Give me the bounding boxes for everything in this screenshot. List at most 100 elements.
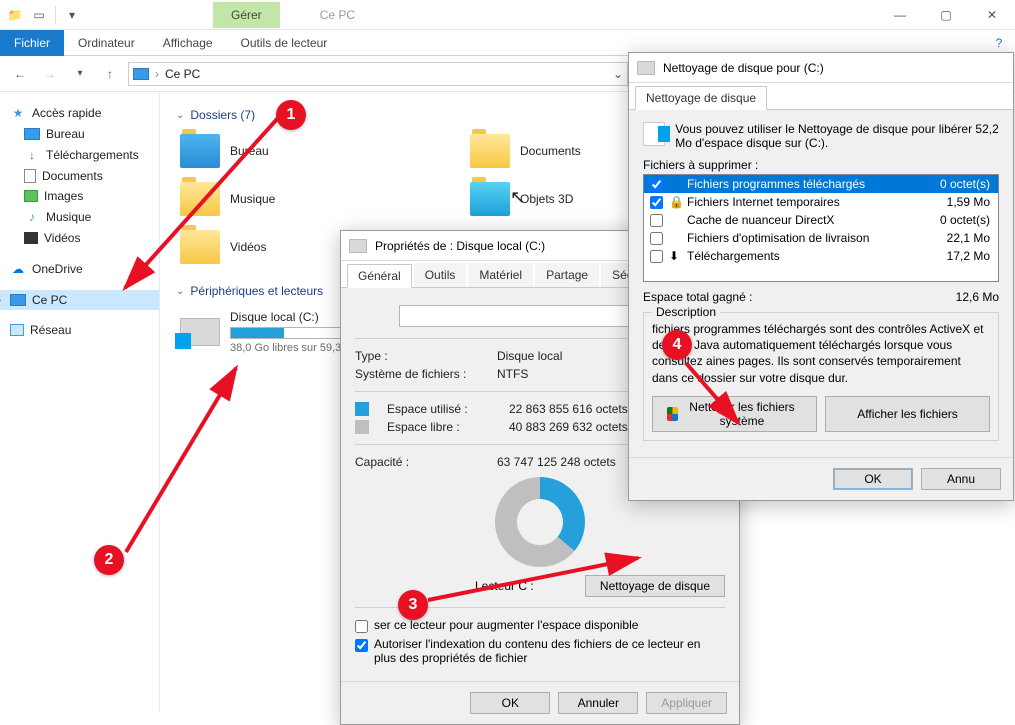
title-bar: 📁 ▭ ▾ Gérer Ce PC — ▢ ✕: [0, 0, 1015, 30]
sidebar-onedrive[interactable]: OneDrive: [0, 258, 159, 280]
ok-button[interactable]: OK: [470, 692, 550, 714]
list-item-name: Cache de nuanceur DirectX: [687, 213, 834, 227]
annotation-badge-4: 4: [662, 330, 692, 360]
compress-label: ser ce lecteur pour augmenter l'espace d…: [374, 618, 638, 632]
sidebar-label: Vidéos: [44, 231, 80, 245]
sidebar-quick-access[interactable]: Accès rapide: [0, 102, 159, 124]
ribbon-tab-view[interactable]: Affichage: [149, 31, 227, 55]
description-group: Description fichiers programmes téléchar…: [643, 312, 999, 441]
label-capacity: Capacité :: [355, 455, 485, 469]
chevron-down-icon: ⌄: [176, 286, 184, 297]
sidebar-network[interactable]: Réseau: [0, 320, 159, 340]
sidebar-item-music[interactable]: Musique: [0, 206, 159, 228]
chevron-right-icon[interactable]: ›: [0, 295, 8, 306]
sidebar-label: Documents: [42, 169, 103, 183]
folder-icon: [180, 134, 220, 168]
disk-cleanup-dialog: Nettoyage de disque pour (C:) Nettoyage …: [628, 52, 1014, 501]
list-item-checkbox[interactable]: [650, 232, 663, 245]
free-color-swatch: [355, 420, 369, 434]
chevron-down-icon: ⌄: [176, 110, 184, 121]
close-button[interactable]: ✕: [969, 0, 1015, 30]
tab-sharing[interactable]: Partage: [535, 263, 599, 287]
tab-hardware[interactable]: Matériel: [468, 263, 533, 287]
folder-icon: 📁: [4, 4, 26, 26]
cancel-button[interactable]: Annu: [921, 468, 1001, 490]
breadcrumb-thispc[interactable]: Ce PC: [165, 67, 200, 81]
compress-checkbox[interactable]: [355, 620, 368, 633]
dialog-title: Propriétés de : Disque local (C:): [375, 239, 545, 253]
annotation-badge-2: 2: [94, 545, 124, 575]
sidebar-item-desktop[interactable]: Bureau: [0, 124, 159, 144]
folder-icon: [180, 182, 220, 216]
tab-tools[interactable]: Outils: [414, 263, 467, 287]
pc-icon: [133, 68, 149, 80]
sidebar-label: Bureau: [46, 127, 85, 141]
usage-donut-chart: [495, 477, 585, 567]
value-free: 40 883 269 632 octets: [509, 420, 628, 434]
image-icon: [24, 190, 38, 202]
folder-musique[interactable]: Musique: [176, 178, 436, 220]
help-icon[interactable]: ?: [989, 36, 1009, 50]
sidebar-item-documents[interactable]: Documents: [0, 166, 159, 186]
star-icon: [10, 105, 26, 121]
folder-label: Bureau: [230, 144, 269, 158]
index-label: Autoriser l'indexation du contenu des fi…: [374, 637, 725, 665]
list-item[interactable]: ⬇Téléchargements17,2 Mo: [644, 247, 998, 265]
index-checkbox[interactable]: [355, 639, 368, 652]
up-button[interactable]: ↑: [98, 62, 122, 86]
apply-button[interactable]: Appliquer: [646, 692, 727, 714]
address-bar[interactable]: › Ce PC ⌄: [128, 62, 628, 86]
annotation-badge-3: 3: [398, 590, 428, 620]
ribbon-tab-drivetools[interactable]: Outils de lecteur: [227, 31, 342, 55]
total-value: 12,6 Mo: [956, 290, 999, 304]
list-item[interactable]: 🔒Fichiers Internet temporaires1,59 Mo: [644, 193, 998, 211]
ribbon-file-tab[interactable]: Fichier: [0, 30, 64, 56]
recent-dropdown[interactable]: ▾: [68, 62, 92, 86]
folder-icon: [470, 182, 510, 216]
compress-checkbox-row[interactable]: ser ce lecteur pour augmenter l'espace d…: [355, 618, 725, 633]
show-files-button[interactable]: Afficher les fichiers: [825, 396, 990, 432]
sidebar-thispc[interactable]: ›Ce PC: [0, 290, 159, 310]
tab-general[interactable]: Général: [347, 264, 412, 288]
list-item-name: Fichiers Internet temporaires: [687, 195, 840, 209]
list-item[interactable]: Fichiers programmes téléchargés0 octet(s…: [644, 175, 998, 193]
cancel-button[interactable]: Annuler: [558, 692, 638, 714]
section-title: Périphériques et lecteurs: [190, 284, 323, 298]
folder-bureau[interactable]: Bureau: [176, 130, 436, 172]
back-button[interactable]: ←: [8, 62, 32, 86]
disk-cleanup-button[interactable]: Nettoyage de disque: [585, 575, 725, 597]
sidebar-label: Accès rapide: [32, 106, 101, 120]
list-item[interactable]: Cache de nuanceur DirectX0 octet(s): [644, 211, 998, 229]
document-icon: [24, 169, 36, 183]
tab-cleanup[interactable]: Nettoyage de disque: [635, 86, 767, 110]
group-label: Description: [652, 305, 720, 319]
maximize-button[interactable]: ▢: [923, 0, 969, 30]
list-item-checkbox[interactable]: [650, 214, 663, 227]
value-capacity: 63 747 125 248 octets: [497, 455, 616, 469]
list-item-checkbox[interactable]: [650, 250, 663, 263]
chevron-right-icon: ›: [155, 67, 159, 81]
index-checkbox-row[interactable]: Autoriser l'indexation du contenu des fi…: [355, 637, 725, 665]
forward-button[interactable]: →: [38, 62, 62, 86]
properties-icon[interactable]: ▭: [28, 4, 50, 26]
cloud-icon: [10, 261, 26, 277]
dialog-title-bar[interactable]: Nettoyage de disque pour (C:): [629, 53, 1013, 83]
list-item-checkbox[interactable]: [650, 196, 663, 209]
list-item[interactable]: Fichiers d'optimisation de livraison22,1…: [644, 229, 998, 247]
context-tab-manage[interactable]: Gérer: [213, 2, 280, 28]
sidebar-item-videos[interactable]: Vidéos: [0, 228, 159, 248]
list-item-checkbox[interactable]: [650, 178, 663, 191]
ribbon-tab-computer[interactable]: Ordinateur: [64, 31, 149, 55]
qat-dropdown-icon[interactable]: ▾: [61, 4, 83, 26]
clean-system-files-button[interactable]: Nettoyer les fichiers système: [652, 396, 817, 432]
minimize-button[interactable]: —: [877, 0, 923, 30]
ok-button[interactable]: OK: [833, 468, 913, 490]
list-item-size: 17,2 Mo: [947, 249, 994, 263]
sidebar-item-downloads[interactable]: Téléchargements: [0, 144, 159, 166]
drive-letter-label: Lecteur C :: [475, 579, 534, 593]
cursor-icon: ↖: [510, 187, 525, 208]
address-dropdown-icon[interactable]: ⌄: [613, 67, 623, 81]
dialog-tabs: Nettoyage de disque: [629, 85, 1013, 110]
files-listbox[interactable]: Fichiers programmes téléchargés0 octet(s…: [643, 174, 999, 282]
sidebar-item-images[interactable]: Images: [0, 186, 159, 206]
